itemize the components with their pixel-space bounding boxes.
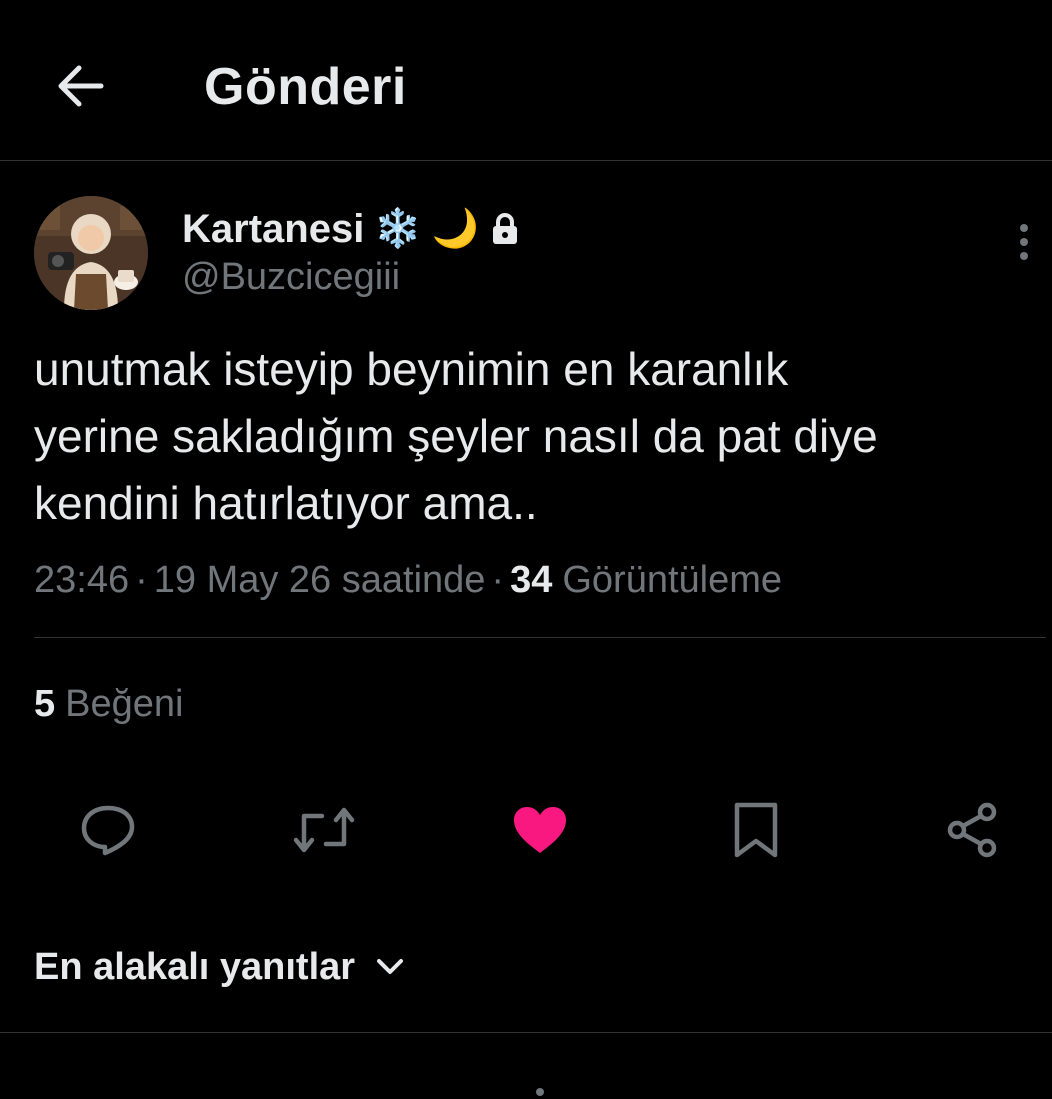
- heart-icon: [514, 807, 566, 853]
- display-name: Kartanesi: [182, 206, 365, 251]
- replies-sort-dropdown[interactable]: En alakalı yanıtlar: [34, 942, 405, 992]
- likes-count: 5: [34, 682, 56, 725]
- bookmark-button[interactable]: [724, 798, 788, 862]
- tweet-meta: 23:46 · 19 May 26 saatinde · 34 Görüntül…: [34, 556, 782, 604]
- more-dot-icon: [1020, 252, 1028, 260]
- meta-separator: ·: [491, 558, 505, 601]
- reply-button[interactable]: [76, 798, 140, 862]
- meta-divider: [34, 637, 1046, 638]
- meta-separator: ·: [135, 558, 148, 601]
- replies-divider: [0, 1032, 1052, 1033]
- share-icon: [947, 802, 997, 858]
- tweet-date[interactable]: 19 May 26 saatinde: [154, 559, 486, 602]
- loading-indicator: [536, 1088, 544, 1096]
- tweet-text: unutmak isteyip beynimin en karanlık yer…: [34, 343, 878, 529]
- reply-icon: [81, 805, 135, 856]
- bookmark-icon: [734, 802, 778, 858]
- more-dot-icon: [1020, 238, 1028, 246]
- back-button[interactable]: [50, 58, 110, 114]
- replies-sort-label: En alakalı yanıtlar: [34, 945, 356, 988]
- author-handle[interactable]: @Buzcicegiii: [182, 256, 400, 299]
- retweet-button[interactable]: [292, 798, 356, 862]
- like-button[interactable]: [508, 798, 572, 862]
- retweet-icon: [293, 807, 355, 853]
- likes-summary[interactable]: 5 Beğeni: [34, 680, 183, 728]
- chevron-down-icon: [377, 959, 404, 974]
- header-divider: [0, 160, 1052, 161]
- arrow-left-icon: [58, 65, 104, 107]
- page-title: Gönderi: [204, 58, 407, 116]
- lock-icon: [489, 209, 521, 249]
- tweet-time[interactable]: 23:46: [34, 559, 129, 602]
- more-dot-icon: [1020, 224, 1028, 232]
- more-options-button[interactable]: [1008, 220, 1040, 264]
- views-label: Görüntüleme: [562, 558, 783, 601]
- share-button[interactable]: [940, 798, 1004, 862]
- avatar[interactable]: [34, 196, 148, 310]
- likes-label: Beğeni: [65, 682, 184, 725]
- snowflake-icon: ❄️: [374, 208, 422, 250]
- crescent-moon-icon: 🌙: [431, 208, 479, 250]
- views-count: 34: [510, 558, 553, 601]
- display-name-row[interactable]: Kartanesi ❄️ 🌙: [182, 204, 521, 254]
- avatar-illustration: [34, 196, 148, 310]
